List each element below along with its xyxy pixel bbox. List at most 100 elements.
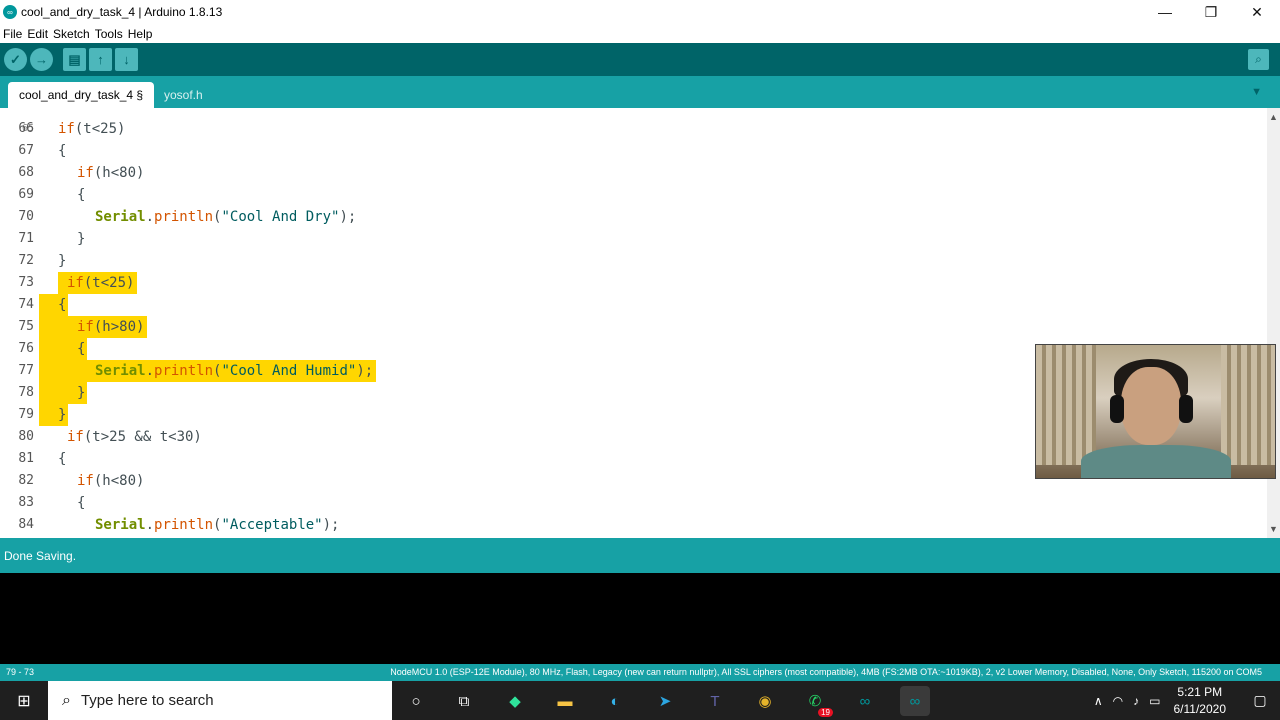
window-title: cool_and_dry_task_4 | Arduino 1.8.13 [21, 5, 223, 19]
edge-icon[interactable]: ◐ [600, 686, 630, 716]
code-text: if(t<25) [67, 275, 135, 291]
whatsapp-icon[interactable]: ✆ 19 [800, 686, 833, 717]
search-icon: ⌕ [62, 691, 71, 709]
board-info: NodeMCU 1.0 (ESP-12E Module), 80 MHz, Fl… [390, 667, 1262, 677]
tab-cool-and-dry[interactable]: cool_and_dry_task_4 § [8, 82, 155, 108]
code-text: Serial.println("Cool And Dry"); [95, 209, 357, 225]
telegram-icon[interactable]: ➤ [650, 686, 680, 716]
status-message: Done Saving. [4, 548, 77, 563]
clock-date: 6/11/2020 [1173, 701, 1227, 716]
code-text: Serial.println("Cool And Humid"); [95, 363, 374, 379]
footer-bar: 79 - 73 NodeMCU 1.0 (ESP-12E Module), 80… [0, 664, 1280, 681]
upload-button[interactable]: → [30, 48, 53, 71]
line-number: 79 [18, 407, 34, 422]
clock-time: 5:21 PM [1177, 684, 1223, 699]
code-line[interactable]: 83 { [0, 492, 1267, 514]
console-output[interactable] [0, 573, 1280, 664]
line-number: 72 [18, 253, 34, 268]
line-number: 67 [18, 143, 34, 158]
arduino-taskbar-icon[interactable]: ∞ [850, 686, 880, 716]
clock[interactable]: 5:21 PM 6/11/2020 [1174, 684, 1227, 718]
notification-badge: 19 [818, 708, 833, 717]
line-number: 71 [18, 231, 34, 246]
system-tray: ∧ ◠ ♪ ▭ 5:21 PM 6/11/2020 ▢ [1089, 681, 1280, 720]
line-number: 70 [18, 209, 34, 224]
code-line[interactable]: 67 { [0, 140, 1267, 162]
line-number: 68 [18, 165, 34, 180]
line-number: 81 [18, 451, 34, 466]
code-line[interactable]: 72} [0, 250, 1267, 272]
code-text: if(t>25 && t<30) [67, 429, 202, 445]
code-text: { [58, 143, 67, 159]
minimize-button[interactable]: — [1142, 0, 1188, 24]
close-button[interactable]: ✕ [1234, 0, 1280, 24]
menu-edit[interactable]: Edit [27, 27, 48, 41]
code-text: if(h>80) [77, 319, 145, 335]
menu-sketch[interactable]: Sketch [53, 27, 90, 41]
line-number: 83 [18, 495, 34, 510]
cortana-icon[interactable]: ○ [401, 686, 431, 716]
code-text: { [77, 187, 86, 203]
code-text: } [58, 407, 67, 423]
code-line[interactable]: 74 { [0, 294, 1267, 316]
open-button[interactable]: ↑ [89, 48, 112, 71]
chevron-up-icon[interactable]: ∧ [1094, 694, 1103, 708]
code-text: } [77, 231, 86, 247]
new-sketch-button[interactable]: ▤ [63, 48, 86, 71]
menu-tools[interactable]: Tools [95, 27, 123, 41]
code-line[interactable]: 75 if(h>80) [0, 316, 1267, 338]
code-text: { [77, 495, 86, 511]
webcam-overlay [1035, 344, 1276, 479]
tab-menu-chevron-icon[interactable]: ▼ [1251, 86, 1262, 98]
menu-bar: File Edit Sketch Tools Help [0, 24, 1280, 43]
line-number: 75 [18, 319, 34, 334]
code-line[interactable]: 68 if(h<80) [0, 162, 1267, 184]
task-view-icon[interactable]: ⧉ [449, 686, 479, 716]
cursor-position: 79 - 73 [6, 667, 35, 677]
menu-file[interactable]: File [3, 27, 22, 41]
tab-yosof-h[interactable]: yosof.h [153, 82, 214, 108]
taskbar-search-box[interactable]: ⌕ Type here to search [48, 681, 392, 720]
notification-icon[interactable]: ▢ [1240, 692, 1280, 709]
verify-button[interactable]: ✓ [4, 48, 27, 71]
code-text: Serial.println("Acceptable"); [95, 517, 340, 533]
line-number: 74 [18, 297, 34, 312]
code-line[interactable]: 66 if(t<25) [0, 118, 1267, 140]
code-line[interactable]: 71} [0, 228, 1267, 250]
code-text: { [77, 341, 86, 357]
line-number: 77 [18, 363, 34, 378]
wifi-icon[interactable]: ◠ [1113, 694, 1123, 708]
window-controls: — ❐ ✕ [1142, 0, 1280, 24]
code-line[interactable]: 69 { [0, 184, 1267, 206]
scroll-up-icon[interactable]: ▲ [1269, 112, 1278, 122]
restore-button[interactable]: ❐ [1188, 0, 1234, 24]
windows-start-icon[interactable]: ⊞ [0, 681, 48, 720]
arduino-icon: ∞ [3, 5, 17, 19]
file-explorer-icon[interactable]: ▬ [550, 686, 580, 716]
line-number: 80 [18, 429, 34, 444]
line-number: 73 [18, 275, 34, 290]
save-button[interactable]: ↓ [115, 48, 138, 71]
code-text: if(h<80) [77, 165, 145, 181]
toolbar: ✓ → ▤ ↑ ↓ ⌕ [0, 43, 1280, 76]
code-text: { [58, 297, 67, 313]
line-number: 84 [18, 517, 34, 532]
windows-taskbar: ⊞ ⌕ Type here to search ○ ⧉ ◆ ▬ ◐ ➤ T ◉ … [0, 681, 1280, 720]
search-placeholder: Type here to search [80, 692, 214, 709]
menu-help[interactable]: Help [128, 27, 153, 41]
scroll-down-icon[interactable]: ▼ [1269, 524, 1278, 534]
code-line[interactable]: 70 Serial.println("Cool And Dry"); [0, 206, 1267, 228]
line-number: 82 [18, 473, 34, 488]
code-text: if(t<25) [58, 121, 126, 137]
line-number: 76 [18, 341, 34, 356]
serial-monitor-button[interactable]: ⌕ [1248, 49, 1269, 70]
chrome-icon[interactable]: ◉ [750, 686, 780, 716]
pycharm-icon[interactable]: ◆ [500, 686, 530, 716]
battery-icon[interactable]: ▭ [1149, 694, 1160, 708]
title-bar: ∞ cool_and_dry_task_4 | Arduino 1.8.13 —… [0, 0, 1280, 24]
arduino-active-window-icon[interactable]: ∞ [900, 686, 930, 716]
code-line[interactable]: 73 if(t<25) [0, 272, 1267, 294]
code-line[interactable]: 84 Serial.println("Acceptable"); [0, 514, 1267, 536]
teams-icon[interactable]: T [700, 686, 730, 716]
volume-icon[interactable]: ♪ [1133, 694, 1139, 708]
